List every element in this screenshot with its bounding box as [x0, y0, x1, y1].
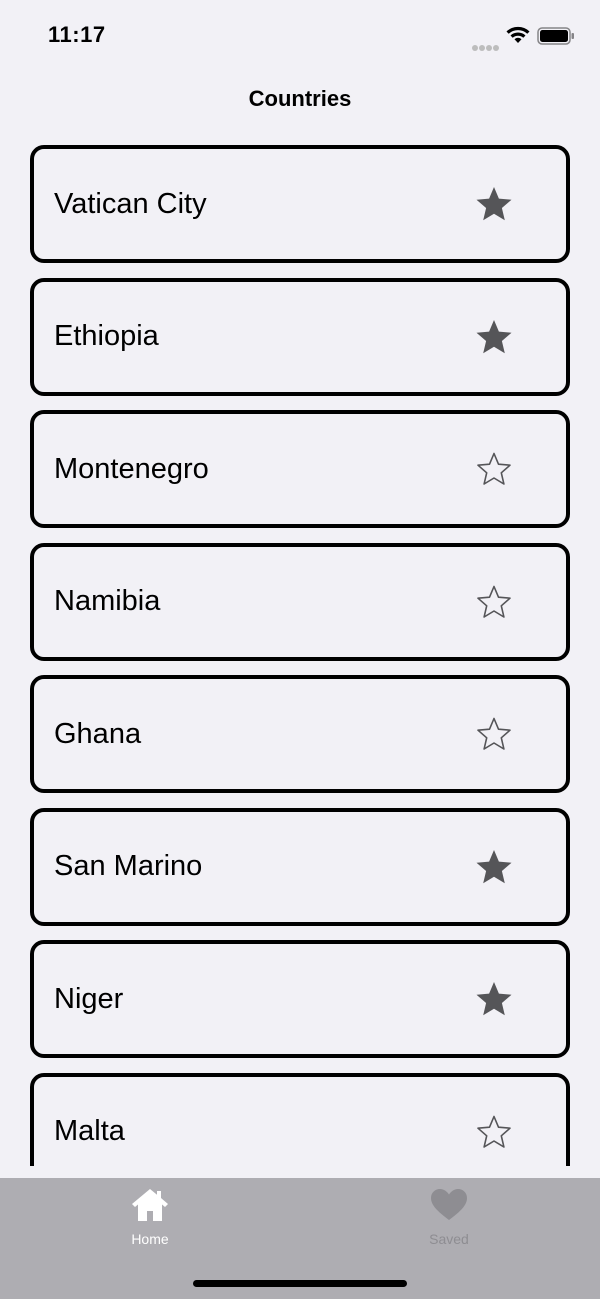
star-outline-icon[interactable] [474, 714, 514, 754]
star-filled-icon[interactable] [474, 979, 514, 1019]
tab-home[interactable]: Home [50, 1178, 250, 1258]
country-list: Vatican City Ethiopia Montenegro Namibia Gha… [30, 145, 570, 1166]
country-name: Montenegro [54, 452, 209, 485]
house-icon [130, 1186, 170, 1224]
star-outline-icon[interactable] [474, 449, 514, 489]
home-indicator [193, 1280, 407, 1287]
star-filled-icon[interactable] [474, 847, 514, 887]
country-row[interactable]: Ghana [30, 675, 570, 793]
tab-saved-label: Saved [429, 1231, 469, 1247]
wifi-icon [505, 25, 531, 45]
tab-home-label: Home [131, 1231, 169, 1247]
country-row[interactable]: Vatican City [30, 145, 570, 263]
tab-saved[interactable]: Saved [349, 1178, 549, 1258]
country-name: Namibia [54, 585, 161, 617]
country-name: San Marino [54, 850, 203, 882]
status-bar: 11:17 [0, 0, 600, 70]
country-name: Ethiopia [54, 320, 159, 352]
country-name: Vatican City [54, 187, 207, 220]
star-filled-icon[interactable] [474, 317, 514, 357]
country-row[interactable]: San Marino [30, 807, 570, 926]
star-outline-icon[interactable] [474, 1112, 514, 1152]
cellular-signal-icon [472, 38, 502, 51]
page-title: Countries [248, 86, 352, 111]
star-filled-icon[interactable] [474, 184, 514, 224]
country-row[interactable]: Montenegro [30, 410, 570, 528]
battery-icon [537, 27, 575, 45]
country-row[interactable]: Ethiopia [30, 277, 570, 396]
status-time: 11:17 [48, 22, 106, 47]
country-row[interactable]: Niger [30, 940, 570, 1058]
country-name: Malta [54, 1115, 125, 1147]
heart-icon [429, 1186, 469, 1224]
country-name: Ghana [54, 717, 142, 750]
country-name: Niger [54, 982, 124, 1015]
country-row[interactable]: Namibia [30, 542, 570, 661]
star-outline-icon[interactable] [474, 582, 514, 622]
app-screen: 11:17 Countries Vatican City Ethiopia Mont… [0, 0, 600, 1299]
country-row[interactable]: Malta [30, 1072, 570, 1166]
